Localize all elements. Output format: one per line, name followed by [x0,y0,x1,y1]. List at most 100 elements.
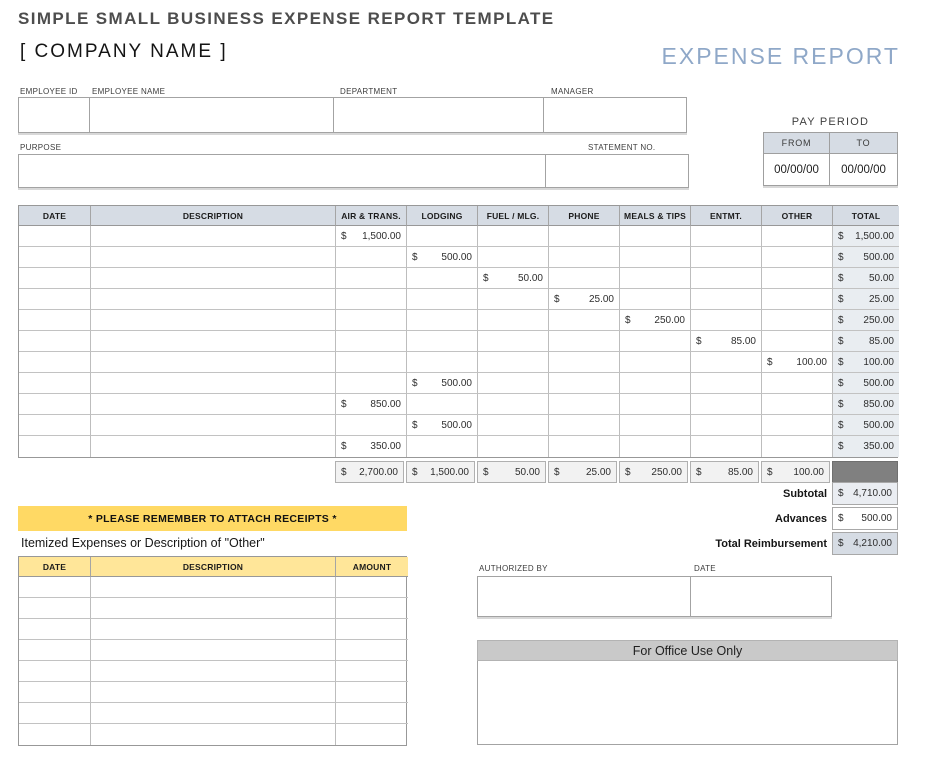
amount-cell[interactable] [407,352,478,373]
description-cell[interactable] [91,310,336,331]
amount-cell[interactable] [478,373,549,394]
amount-cell[interactable] [407,331,478,352]
amount-cell[interactable] [691,247,762,268]
amount-cell[interactable] [336,682,408,703]
amount-cell[interactable] [549,436,620,457]
amount-cell[interactable] [762,247,833,268]
amount-cell[interactable] [620,436,691,457]
amount-cell[interactable]: $50.00 [478,268,549,289]
amount-cell[interactable] [691,394,762,415]
authorization-date-field[interactable] [690,576,832,617]
amount-cell[interactable] [336,373,407,394]
amount-cell[interactable] [336,289,407,310]
amount-cell[interactable] [620,352,691,373]
amount-cell[interactable] [549,226,620,247]
purpose-field[interactable] [18,154,546,188]
amount-cell[interactable] [336,310,407,331]
amount-cell[interactable] [478,394,549,415]
pay-period-to-value[interactable]: 00/00/00 [830,154,897,185]
description-cell[interactable] [91,331,336,352]
amount-cell[interactable]: $850.00 [336,394,407,415]
amount-cell[interactable] [478,331,549,352]
amount-cell[interactable] [549,310,620,331]
amount-cell[interactable] [620,268,691,289]
amount-cell[interactable] [478,289,549,310]
amount-cell[interactable] [407,226,478,247]
amount-cell[interactable] [620,373,691,394]
amount-cell[interactable] [620,415,691,436]
amount-cell[interactable] [691,373,762,394]
amount-cell[interactable] [407,310,478,331]
description-cell[interactable] [91,661,336,682]
amount-cell[interactable] [691,226,762,247]
amount-cell[interactable] [336,703,408,724]
amount-cell[interactable]: $85.00 [691,331,762,352]
amount-cell[interactable] [620,289,691,310]
amount-cell[interactable] [478,310,549,331]
amount-cell[interactable] [762,331,833,352]
date-cell[interactable] [19,436,91,457]
description-cell[interactable] [91,577,336,598]
amount-cell[interactable] [620,226,691,247]
amount-cell[interactable] [620,331,691,352]
amount-cell[interactable] [336,577,408,598]
pay-period-from-value[interactable]: 00/00/00 [764,154,830,185]
description-cell[interactable] [91,247,336,268]
date-cell[interactable] [19,415,91,436]
amount-cell[interactable] [336,268,407,289]
amount-cell[interactable] [336,619,408,640]
description-cell[interactable] [91,268,336,289]
description-cell[interactable] [91,373,336,394]
amount-cell[interactable] [336,661,408,682]
date-cell[interactable] [19,598,91,619]
amount-cell[interactable] [549,373,620,394]
amount-cell[interactable] [336,247,407,268]
date-cell[interactable] [19,247,91,268]
amount-cell[interactable] [691,352,762,373]
description-cell[interactable] [91,682,336,703]
amount-cell[interactable] [336,415,407,436]
amount-cell[interactable] [691,310,762,331]
amount-cell[interactable] [407,268,478,289]
amount-cell[interactable] [762,373,833,394]
employee-name-field[interactable] [89,97,334,133]
amount-cell[interactable] [762,436,833,457]
amount-cell[interactable]: $500.00 [407,373,478,394]
amount-cell[interactable] [336,598,408,619]
date-cell[interactable] [19,619,91,640]
amount-cell[interactable] [478,226,549,247]
description-cell[interactable] [91,619,336,640]
manager-field[interactable] [543,97,687,133]
amount-cell[interactable] [691,289,762,310]
description-cell[interactable] [91,415,336,436]
amount-cell[interactable] [478,436,549,457]
amount-cell[interactable] [762,394,833,415]
date-cell[interactable] [19,268,91,289]
amount-cell[interactable] [336,331,407,352]
amount-cell[interactable] [762,289,833,310]
date-cell[interactable] [19,310,91,331]
date-cell[interactable] [19,577,91,598]
date-cell[interactable] [19,289,91,310]
amount-cell[interactable] [762,268,833,289]
amount-cell[interactable]: $350.00 [336,436,407,457]
amount-cell[interactable] [549,352,620,373]
date-cell[interactable] [19,682,91,703]
amount-cell[interactable] [407,289,478,310]
date-cell[interactable] [19,640,91,661]
amount-cell[interactable] [336,352,407,373]
date-cell[interactable] [19,226,91,247]
amount-cell[interactable] [620,394,691,415]
amount-cell[interactable]: $500.00 [407,415,478,436]
amount-cell[interactable] [336,724,408,745]
advances-value[interactable]: $ 500.00 [832,507,898,530]
amount-cell[interactable]: $100.00 [762,352,833,373]
amount-cell[interactable]: $500.00 [407,247,478,268]
description-cell[interactable] [91,436,336,457]
date-cell[interactable] [19,724,91,745]
company-name[interactable]: [ COMPANY NAME ] [20,41,228,63]
amount-cell[interactable] [478,247,549,268]
amount-cell[interactable] [407,394,478,415]
amount-cell[interactable] [549,331,620,352]
amount-cell[interactable] [691,268,762,289]
